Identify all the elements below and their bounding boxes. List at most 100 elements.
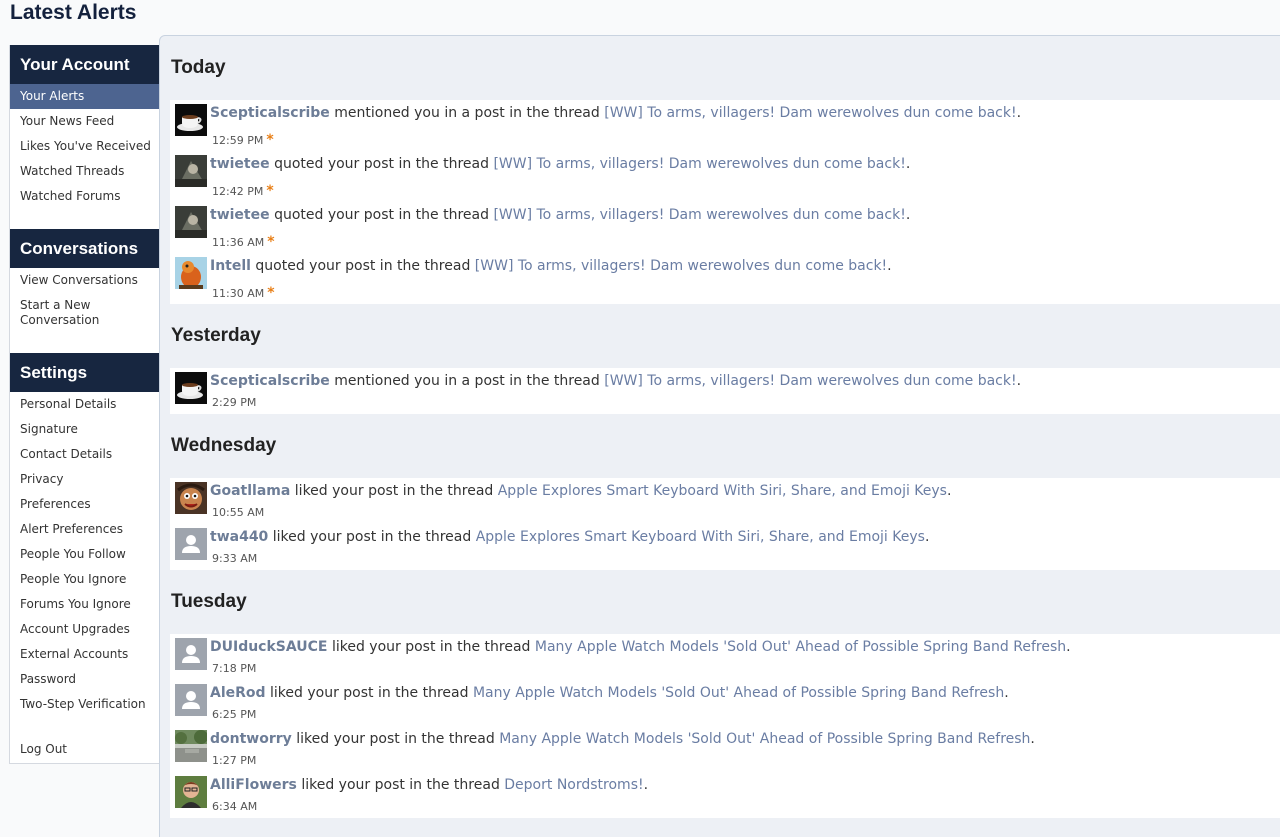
alert-user-link[interactable]: Scepticalscribe — [210, 105, 330, 121]
sidebar-item-password[interactable]: Password — [10, 672, 160, 687]
alert-period: . — [643, 777, 649, 793]
sidebar-item-personal-details[interactable]: Personal Details — [10, 397, 160, 412]
alert-thread-link[interactable]: Apple Explores Smart Keyboard With Siri,… — [476, 529, 925, 545]
day-heading-wednesday: Wednesday — [171, 435, 277, 456]
alert-period: . — [1016, 105, 1022, 121]
alert-user-link[interactable]: Intell — [210, 258, 251, 274]
alert-time: 10:55 AM — [212, 506, 264, 519]
avatar[interactable] — [175, 155, 207, 187]
sidebar-item-privacy[interactable]: Privacy — [10, 472, 160, 487]
logout-link[interactable]: Log Out — [10, 742, 160, 757]
alert-user-link[interactable]: dontworry — [210, 731, 292, 747]
alert-thread-link[interactable]: Many Apple Watch Models 'Sold Out' Ahead… — [473, 685, 1004, 701]
alert-timestamp: 6:25 PM — [212, 708, 257, 721]
alert-action: mentioned you in a post in the thread — [334, 105, 600, 121]
avatar[interactable] — [175, 776, 207, 808]
alert-timestamp: 12:42 PM — [212, 185, 264, 198]
avatar[interactable] — [175, 372, 207, 404]
sidebar-item-view-conversations[interactable]: View Conversations — [10, 273, 160, 288]
sidebar-item-watched-forums[interactable]: Watched Forums — [10, 189, 160, 204]
sidebar-item-people-you-follow[interactable]: People You Follow — [10, 547, 160, 562]
alert-user-link[interactable]: twa440 — [210, 529, 268, 545]
alert-text: AleRod liked your post in the thread Man… — [210, 685, 1009, 701]
sidebar-item-likes-received[interactable]: Likes You've Received — [10, 139, 160, 154]
alert-action: liked your post in the thread — [331, 639, 531, 655]
sidebar-item-preferences[interactable]: Preferences — [10, 497, 160, 512]
photo-avatar-icon — [175, 155, 207, 187]
avatar[interactable] — [175, 730, 207, 762]
alert-period: . — [946, 483, 952, 499]
day-heading-today: Today — [171, 57, 226, 78]
sidebar-item-your-alerts[interactable]: Your Alerts — [10, 84, 160, 109]
avatar[interactable] — [175, 482, 207, 514]
coffee-cup-icon — [175, 372, 207, 404]
avatar[interactable] — [175, 257, 207, 289]
sidebar-item-account-upgrades[interactable]: Account Upgrades — [10, 622, 160, 637]
alert-thread-link[interactable]: [WW] To arms, villagers! Dam werewolves … — [475, 258, 887, 274]
alert-thread-link[interactable]: [WW] To arms, villagers! Dam werewolves … — [493, 207, 905, 223]
alert-timestamp: 7:18 PM — [212, 662, 257, 675]
sidebar-item-two-step-verification[interactable]: Two-Step Verification — [10, 697, 160, 712]
alert-user-link[interactable]: Goatllama — [210, 483, 290, 499]
alert-time: 12:59 PM * — [212, 132, 274, 148]
photo-avatar-icon — [175, 206, 207, 238]
alert-period: . — [1030, 731, 1035, 747]
avatar[interactable] — [175, 684, 207, 716]
sidebar-item-contact-details[interactable]: Contact Details — [10, 447, 160, 462]
alert-thread-link[interactable]: Many Apple Watch Models 'Sold Out' Ahead… — [535, 639, 1066, 655]
alert-action: quoted your post in the thread — [255, 258, 471, 274]
day-heading-tuesday: Tuesday — [171, 591, 247, 612]
alert-text: Intell quoted your post in the thread [W… — [210, 258, 892, 274]
avatar[interactable] — [175, 206, 207, 238]
alert-thread-link[interactable]: Many Apple Watch Models 'Sold Out' Ahead… — [499, 731, 1030, 747]
alert-time: 1:27 PM — [212, 754, 256, 767]
alert-period: . — [1016, 373, 1022, 389]
sidebar-item-alert-preferences[interactable]: Alert Preferences — [10, 522, 160, 537]
alert-text: Scepticalscribe mentioned you in a post … — [210, 373, 1021, 389]
alert-text: Scepticalscribe mentioned you in a post … — [210, 105, 1021, 121]
alert-period: . — [924, 529, 930, 545]
alert-period: . — [887, 258, 892, 274]
alert-time: 9:33 AM — [212, 552, 257, 565]
alert-user-link[interactable]: AleRod — [210, 685, 266, 701]
avatar[interactable] — [175, 638, 207, 670]
sidebar: Your Account Your Alerts Your News Feed … — [9, 45, 160, 764]
alert-thread-link[interactable]: Deport Nordstroms! — [504, 777, 643, 793]
alert-action: mentioned you in a post in the thread — [334, 373, 600, 389]
alert-time: 12:42 PM * — [212, 183, 274, 199]
alert-period: . — [1066, 639, 1071, 655]
avatar[interactable] — [175, 528, 207, 560]
alert-user-link[interactable]: Scepticalscribe — [210, 373, 330, 389]
sidebar-item-your-news-feed[interactable]: Your News Feed — [10, 114, 160, 129]
alert-action: liked your post in the thread — [296, 731, 495, 747]
person-photo-icon — [175, 776, 207, 808]
alert-time: 7:18 PM — [212, 662, 256, 675]
alert-thread-link[interactable]: [WW] To arms, villagers! Dam werewolves … — [493, 156, 905, 172]
alert-thread-link[interactable]: Apple Explores Smart Keyboard With Siri,… — [498, 483, 947, 499]
avatar[interactable] — [175, 104, 207, 136]
new-alert-marker: * — [267, 285, 275, 301]
cartoon-face-icon — [175, 482, 207, 514]
sidebar-item-signature[interactable]: Signature — [10, 422, 160, 437]
alert-user-link[interactable]: AlliFlowers — [210, 777, 297, 793]
alert-timestamp: 9:33 AM — [212, 552, 258, 565]
sidebar-item-watched-threads[interactable]: Watched Threads — [10, 164, 160, 179]
alert-text: DUIduckSAUCE liked your post in the thre… — [210, 639, 1071, 655]
alert-user-link[interactable]: twietee — [210, 156, 270, 172]
bird-avatar-icon — [175, 257, 207, 289]
alert-user-link[interactable]: DUIduckSAUCE — [210, 639, 328, 655]
sidebar-heading-settings: Settings — [10, 353, 160, 392]
coffee-cup-icon — [175, 104, 207, 136]
sidebar-item-external-accounts[interactable]: External Accounts — [10, 647, 160, 662]
sidebar-item-start-conversation-line2: Conversation — [20, 313, 100, 327]
sidebar-item-forums-you-ignore[interactable]: Forums You Ignore — [10, 597, 160, 612]
alert-timestamp: 11:30 AM — [212, 287, 265, 300]
alert-action: liked your post in the thread — [301, 777, 500, 793]
alert-thread-link[interactable]: [WW] To arms, villagers! Dam werewolves … — [604, 105, 1016, 121]
alert-action: liked your post in the thread — [272, 529, 472, 545]
alert-time: 6:34 AM — [212, 800, 257, 813]
sidebar-item-start-conversation[interactable]: Start a New Conversation — [10, 298, 160, 328]
alert-thread-link[interactable]: [WW] To arms, villagers! Dam werewolves … — [604, 373, 1016, 389]
sidebar-item-people-you-ignore[interactable]: People You Ignore — [10, 572, 160, 587]
alert-user-link[interactable]: twietee — [210, 207, 270, 223]
